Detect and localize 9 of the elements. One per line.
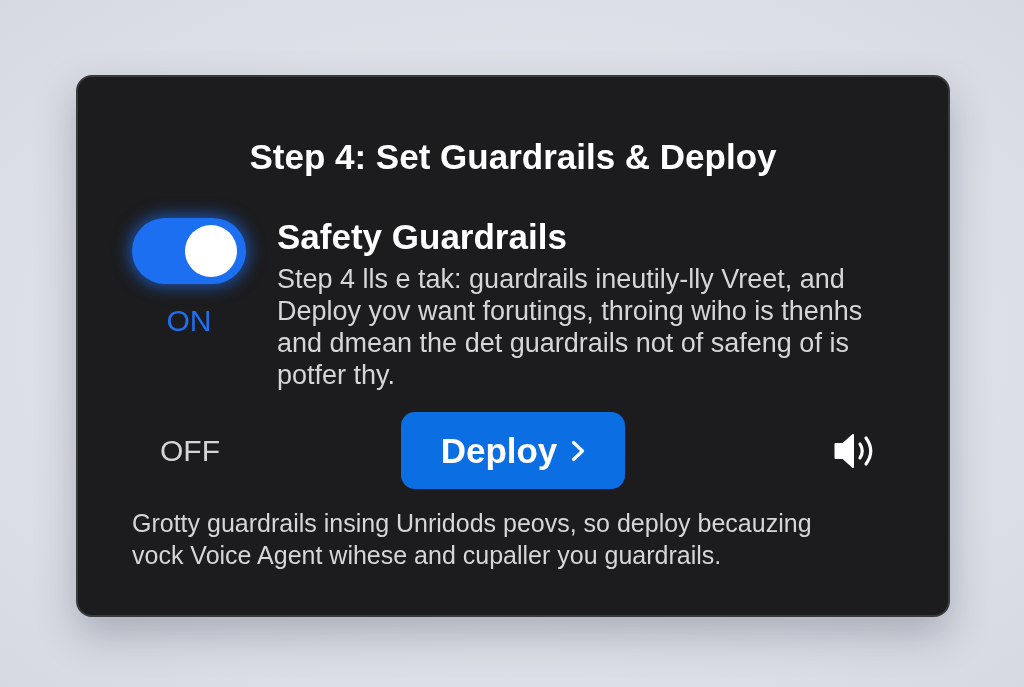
footer-text: Grotty guardrails insing Unridods peovs, so deploy becauzing vock Voice Agent wihese and cupaller you guardrails. xyxy=(132,508,813,571)
dialog-title: Step 4: Set Guardrails & Deploy xyxy=(249,137,777,177)
section-description: Step 4 lls e tak: guardrails ineutily-lly Vreet, and Deploy yov want forutings, throing wiho is thenhs and dmean the det guardrails not of safeng of is potfer thy. xyxy=(277,263,864,391)
toggle-switch[interactable] xyxy=(132,218,246,284)
chevron-right-icon xyxy=(571,439,586,462)
section-heading: Safety Guardrails xyxy=(277,218,568,256)
deploy-button[interactable]: Deploy xyxy=(401,412,625,489)
toggle-state-label: ON xyxy=(166,304,212,338)
off-label: OFF xyxy=(160,433,220,468)
